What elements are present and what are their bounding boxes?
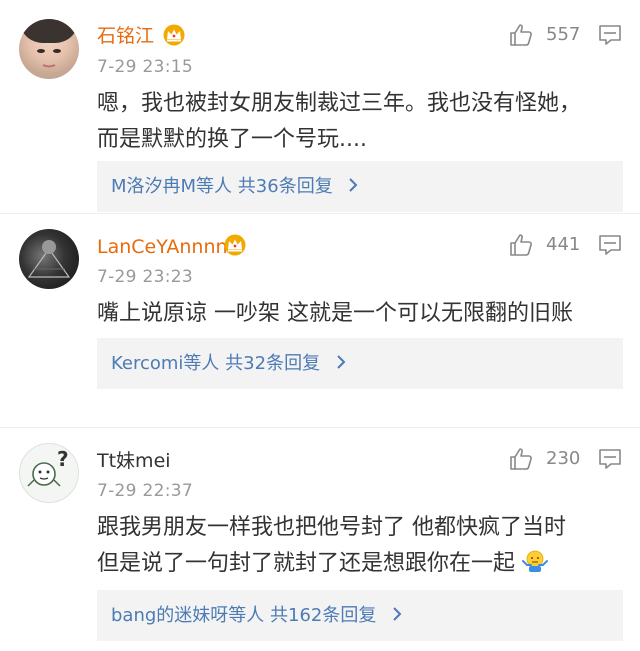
timestamp: 7-29 22:37	[97, 481, 193, 501]
crown-icon	[224, 234, 246, 256]
comment-text: 跟我男朋友一样我也把他号封了 他都快疯了当时 但是说了一句封了就封了还是想跟你在…	[97, 510, 617, 582]
reply-icon[interactable]	[598, 447, 622, 471]
replies-link[interactable]: Kercomi等人 共32条回复	[97, 338, 623, 389]
reply-users: M洛汐冉M等人	[111, 176, 233, 197]
reply-icon[interactable]	[598, 23, 622, 47]
like-count: 230	[546, 448, 581, 469]
comment-card: ? Tt妹mei 7-29 22:37 230 跟我男朋友一样我也把他号封了 他…	[0, 428, 640, 651]
comment-card: LanCeYAnnnn 7-29 23:23 441 嘴上说原谅 一吵架 这就是…	[0, 214, 640, 428]
timestamp: 7-29 23:23	[97, 267, 193, 287]
reply-users: bang的迷妹呀等人	[111, 605, 265, 626]
chevron-right-icon	[349, 178, 358, 192]
reply-count: 共36条回复	[237, 176, 333, 197]
shrug-emoji-icon	[522, 550, 549, 572]
thumbs-up-icon[interactable]	[509, 447, 533, 471]
comment-text-line: 嘴上说原谅 一吵架 这就是一个可以无限翻的旧账	[97, 301, 573, 326]
comment-text-line: 而是默默的换了一个号玩....	[97, 127, 367, 152]
thumbs-up-icon[interactable]	[509, 233, 533, 257]
comment-text-line: 嗯，我也被封女朋友制裁过三年。我也没有怪她，	[97, 91, 582, 116]
crown-icon	[163, 24, 185, 46]
like-count: 557	[546, 24, 581, 45]
replies-link[interactable]: bang的迷妹呀等人 共162条回复	[97, 590, 623, 641]
avatar[interactable]	[19, 229, 79, 289]
username[interactable]: 石铭江	[97, 24, 154, 48]
reply-users: Kercomi等人	[111, 353, 220, 374]
chevron-right-icon	[393, 607, 402, 621]
reply-count: 共32条回复	[225, 353, 321, 374]
reply-count: 共162条回复	[270, 605, 377, 626]
comment-text-line: 跟我男朋友一样我也把他号封了 他都快疯了当时	[97, 515, 566, 540]
reply-icon[interactable]	[598, 233, 622, 257]
avatar[interactable]: ?	[19, 443, 79, 503]
comment-text-line: 但是说了一句封了就封了还是想跟你在一起	[97, 551, 516, 576]
svg-text:?: ?	[57, 447, 69, 471]
timestamp: 7-29 23:15	[97, 57, 193, 77]
username[interactable]: Tt妹mei	[97, 449, 171, 473]
like-count: 441	[546, 234, 581, 255]
comment-text: 嘴上说原谅 一吵架 这就是一个可以无限翻的旧账	[97, 296, 617, 332]
avatar[interactable]	[19, 19, 79, 79]
comment-card: 石铭江 7-29 23:15 557 嗯，我也被封女朋友制裁过三年。我也没有怪她…	[0, 0, 640, 214]
username[interactable]: LanCeYAnnnn	[97, 235, 228, 259]
comment-text: 嗯，我也被封女朋友制裁过三年。我也没有怪她， 而是默默的换了一个号玩....	[97, 86, 617, 158]
thumbs-up-icon[interactable]	[509, 23, 533, 47]
replies-link[interactable]: M洛汐冉M等人 共36条回复	[97, 161, 623, 212]
chevron-right-icon	[337, 355, 346, 369]
